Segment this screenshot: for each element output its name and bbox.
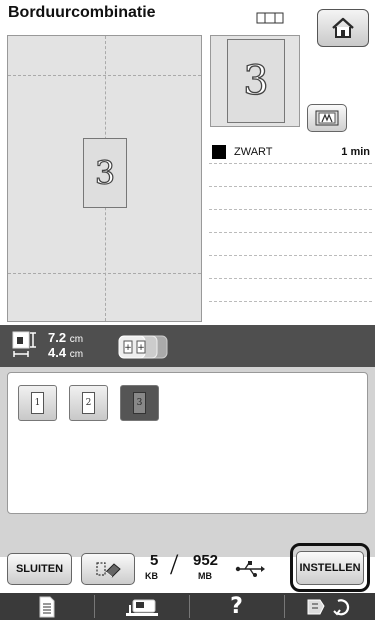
- canvas-pattern[interactable]: 3: [83, 138, 127, 208]
- pattern-preview: 3: [210, 35, 300, 127]
- pattern-thumbnail[interactable]: 3: [120, 385, 159, 421]
- pattern-width: 7.2 cm: [48, 330, 83, 345]
- color-time: 1 min: [341, 146, 370, 158]
- memory-available-unit: MB: [198, 571, 212, 581]
- pattern-thumbnail-glyph: 2: [82, 392, 95, 414]
- document-icon: [39, 596, 54, 617]
- pattern-selection-panel: 1 2 3: [7, 372, 368, 514]
- color-row: [209, 233, 372, 256]
- tab-machine[interactable]: [95, 593, 188, 620]
- svg-text:+: +: [137, 343, 145, 353]
- pattern-thumbnail[interactable]: 2: [69, 385, 108, 421]
- color-row: [209, 164, 372, 187]
- pattern-size-icon: [12, 331, 36, 357]
- pattern-thumbnail-glyph: 3: [133, 392, 146, 414]
- home-icon: [332, 17, 354, 38]
- close-button[interactable]: SLUITEN: [7, 553, 72, 585]
- height-value: 4.4: [48, 345, 67, 360]
- tab-settings[interactable]: [285, 593, 375, 620]
- pattern-thumbnail[interactable]: 1: [18, 385, 57, 421]
- color-name: ZWART: [234, 146, 273, 158]
- set-button[interactable]: INSTELLEN: [296, 551, 364, 585]
- pattern-height: 4.4 cm: [48, 345, 83, 360]
- color-swatch: [212, 145, 226, 159]
- home-button[interactable]: [317, 9, 369, 47]
- page-title: Borduurcombinatie: [8, 4, 156, 21]
- height-unit: cm: [69, 349, 84, 360]
- color-row: [209, 279, 372, 302]
- width-value: 7.2: [48, 330, 67, 345]
- image-display-button[interactable]: [307, 104, 347, 132]
- color-row: ZWART 1 min: [209, 141, 372, 164]
- memory-separator: /: [170, 548, 179, 581]
- memory-used-value: 5: [150, 552, 159, 569]
- thread-color-list: ZWART 1 min: [209, 141, 372, 302]
- width-unit: cm: [69, 334, 84, 345]
- color-row: [209, 256, 372, 279]
- eraser-icon: [96, 562, 121, 578]
- help-icon: ?: [230, 594, 243, 619]
- pattern-thumbnail-glyph: 1: [31, 392, 44, 414]
- tab-document[interactable]: [0, 593, 93, 620]
- preview-glyph: 3: [243, 57, 270, 104]
- machine-icon: [125, 599, 158, 616]
- usb-icon: [235, 561, 265, 577]
- color-row: [209, 187, 372, 210]
- memory-available-value: 952: [193, 552, 219, 569]
- tab-help[interactable]: ?: [190, 593, 283, 620]
- embroidery-frame-icon: [256, 12, 284, 24]
- pattern-glyph: 3: [94, 153, 116, 192]
- color-row: [209, 210, 372, 233]
- preview-pattern: 3: [227, 39, 285, 123]
- image-display-icon: [315, 110, 339, 126]
- delete-button[interactable]: [81, 553, 135, 585]
- svg-text:+: +: [124, 343, 132, 353]
- memory-used-unit: KB: [145, 571, 158, 581]
- embroidery-canvas[interactable]: 3: [7, 35, 202, 322]
- multi-select-icon[interactable]: + +: [117, 333, 175, 361]
- settings-icon: [307, 598, 350, 616]
